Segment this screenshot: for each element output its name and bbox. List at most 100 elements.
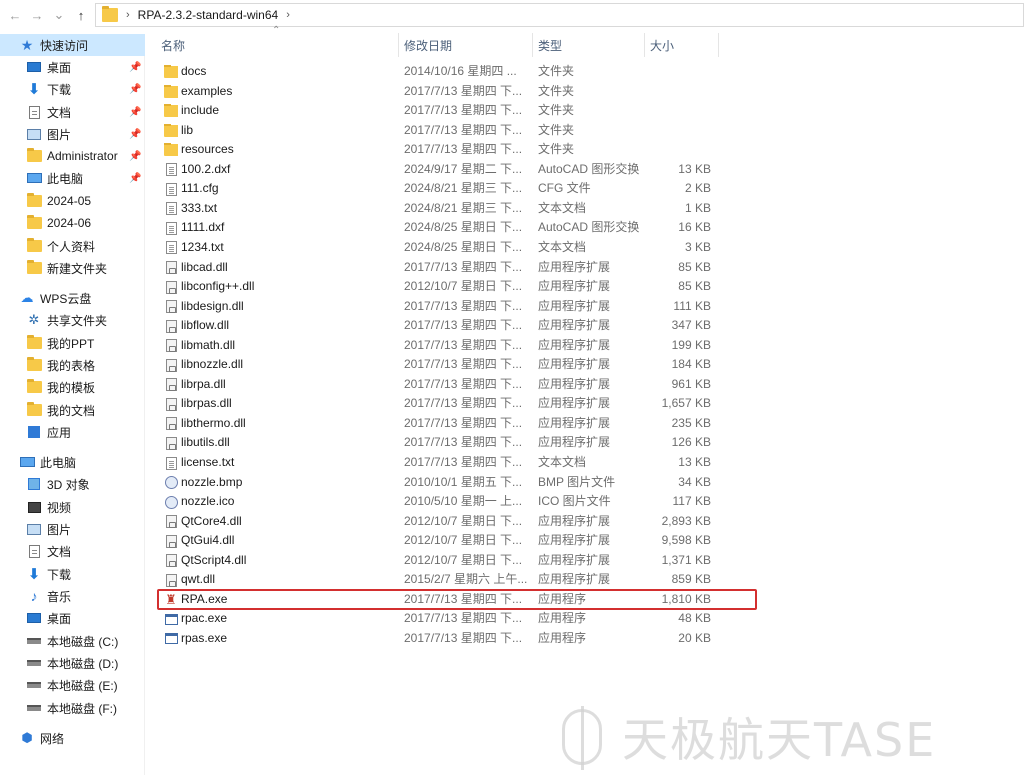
forward-button[interactable]: → <box>26 2 48 28</box>
breadcrumb-chevron-icon[interactable]: › <box>286 9 290 21</box>
file-row[interactable]: 111.cfg 2024/8/21 星期三 下... CFG 文件 2 KB <box>160 179 720 198</box>
file-row[interactable]: 1111.dxf 2024/8/25 星期日 下... AutoCAD 图形交换 16… <box>160 218 720 237</box>
column-header-type[interactable]: 类型 <box>532 33 644 57</box>
column-divider[interactable] <box>718 33 719 57</box>
file-name: nozzle.ico <box>181 494 235 509</box>
up-button[interactable]: ↑ <box>70 2 92 28</box>
file-row[interactable]: license.txt 2017/7/13 星期四 下... 文本文档 13 KB <box>160 453 720 472</box>
file-row[interactable]: rpas.exe 2017/7/13 星期四 下... 应用程序 20 KB <box>160 629 720 648</box>
computer-icon <box>26 171 42 185</box>
address-field[interactable]: › RPA-2.3.2-standard-win64 › <box>95 3 1024 27</box>
column-header-name[interactable]: 名称 <box>155 33 398 57</box>
folder-icon <box>26 335 42 350</box>
file-row[interactable]: 1234.txt 2024/8/25 星期日 下... 文本文档 3 KB <box>160 238 720 257</box>
sidebar-item[interactable]: ★ 快速访问 <box>0 34 145 56</box>
sidebar-item[interactable]: 文档 <box>0 540 145 562</box>
file-row[interactable]: include 2017/7/13 星期四 下... 文件夹 <box>160 101 720 120</box>
file-row[interactable]: examples 2017/7/13 星期四 下... 文件夹 <box>160 82 720 101</box>
sidebar-item[interactable]: ♪ 音乐 <box>0 585 145 607</box>
file-name: lib <box>181 122 194 137</box>
column-header-date[interactable]: 修改日期 <box>398 33 532 57</box>
file-size <box>650 121 711 140</box>
sidebar-item[interactable]: 图片 📌 <box>0 123 145 145</box>
pin-icon: 📌 <box>129 172 142 184</box>
file-type: 应用程序扩展 <box>538 435 611 450</box>
sidebar-item[interactable]: 我的模板 <box>0 376 145 398</box>
breadcrumb-current[interactable]: RPA-2.3.2-standard-win64 <box>138 8 279 22</box>
sidebar-item[interactable]: 3D 对象 <box>0 473 145 495</box>
file-row[interactable]: libutils.dll 2017/7/13 星期四 下... 应用程序扩展 126 … <box>160 433 720 452</box>
sidebar-item[interactable]: ☁ WPS云盘 <box>0 287 145 309</box>
file-row[interactable]: libdesign.dll 2017/7/13 星期四 下... 应用程序扩展 111… <box>160 297 720 316</box>
file-row[interactable]: libmath.dll 2017/7/13 星期四 下... 应用程序扩展 199 K… <box>160 336 720 355</box>
sidebar-item[interactable]: 本地磁盘 (E:) <box>0 674 145 696</box>
breadcrumb-separator-icon[interactable]: › <box>126 9 130 21</box>
folder-icon <box>164 65 178 79</box>
column-header-size[interactable]: 大小 <box>644 33 718 57</box>
sidebar-item[interactable]: 2024-05 <box>0 190 145 212</box>
sidebar-item[interactable]: Administrator 📌 <box>0 145 145 167</box>
sidebar-item[interactable]: 此电脑 📌 <box>0 167 145 189</box>
file-name: libthermo.dll <box>181 415 246 430</box>
file-row[interactable]: QtCore4.dll 2012/10/7 星期日 下... 应用程序扩展 2,893… <box>160 512 720 531</box>
file-row[interactable]: QtScript4.dll 2012/10/7 星期日 下... 应用程序扩展 1,3… <box>160 551 720 570</box>
sidebar-item[interactable]: 我的PPT <box>0 332 145 354</box>
file-name: 333.txt <box>181 200 218 215</box>
sidebar-item[interactable]: ⬇ 下载 📌 <box>0 78 145 100</box>
file-row[interactable]: libthermo.dll 2017/7/13 星期四 下... 应用程序扩展 235… <box>160 414 720 433</box>
file-row[interactable]: libconfig++.dll 2012/10/7 星期日 下... 应用程序扩展 8… <box>160 277 720 296</box>
sidebar-item[interactable]: 桌面 <box>0 607 145 629</box>
download-icon: ⬇ <box>27 81 41 98</box>
sidebar-item[interactable]: 视频 <box>0 496 145 518</box>
sidebar-item[interactable]: 我的表格 <box>0 354 145 376</box>
file-row[interactable]: libflow.dll 2017/7/13 星期四 下... 应用程序扩展 347 K… <box>160 316 720 335</box>
sidebar-item[interactable]: 个人资料 <box>0 235 145 257</box>
sidebar-item[interactable]: ✲ 共享文件夹 <box>0 309 145 331</box>
sidebar-item[interactable]: 本地磁盘 (C:) <box>0 630 145 652</box>
sidebar-item[interactable]: 图片 <box>0 518 145 540</box>
file-row[interactable]: docs 2014/10/16 星期四 ... 文件夹 <box>160 62 720 81</box>
file-modified-date: 2017/7/13 星期四 下... <box>404 630 523 645</box>
sidebar-item[interactable]: 新建文件夹 <box>0 257 145 279</box>
file-size: 16 KB <box>678 220 711 235</box>
file-row[interactable]: libnozzle.dll 2017/7/13 星期四 下... 应用程序扩展 184… <box>160 355 720 374</box>
sidebar-item-label: 个人资料 <box>47 239 96 254</box>
sidebar-item[interactable]: 2024-06 <box>0 212 145 234</box>
file-row[interactable]: qwt.dll 2015/2/7 星期六 上午... 应用程序扩展 859 KB <box>160 570 720 589</box>
cloud-icon: ☁ <box>20 290 34 305</box>
dll-file-icon <box>164 436 178 450</box>
file-modified-date: 2017/7/13 星期四 下... <box>404 122 523 137</box>
file-type: AutoCAD 图形交换 <box>538 220 640 235</box>
file-row[interactable]: libcad.dll 2017/7/13 星期四 下... 应用程序扩展 85 KB <box>160 258 720 277</box>
pin-icon: 📌 <box>129 61 142 73</box>
file-row[interactable]: QtGui4.dll 2012/10/7 星期日 下... 应用程序扩展 9,598 … <box>160 531 720 550</box>
highlight-box <box>157 589 757 610</box>
dll-file-icon <box>164 319 178 333</box>
recent-locations-button[interactable]: ⌄ <box>48 2 70 28</box>
file-row[interactable]: 333.txt 2024/8/21 星期三 下... 文本文档 1 KB <box>160 199 720 218</box>
sidebar-item[interactable]: 应用 <box>0 421 145 443</box>
file-row[interactable]: lib 2017/7/13 星期四 下... 文件夹 <box>160 121 720 140</box>
back-button[interactable]: ← <box>4 2 26 28</box>
pin-icon: 📌 <box>129 83 142 95</box>
file-row[interactable]: librpas.dll 2017/7/13 星期四 下... 应用程序扩展 1,657… <box>160 394 720 413</box>
sidebar-item[interactable]: ⬇ 下载 <box>0 563 145 585</box>
sidebar-item-label: 下载 <box>47 82 72 97</box>
file-row[interactable]: rpac.exe 2017/7/13 星期四 下... 应用程序 48 KB <box>160 609 720 628</box>
sidebar-item[interactable]: 本地磁盘 (D:) <box>0 652 145 674</box>
file-row[interactable]: resources 2017/7/13 星期四 下... 文件夹 <box>160 140 720 159</box>
file-row[interactable]: nozzle.ico 2010/5/10 星期一 上... ICO 图片文件 117 … <box>160 492 720 511</box>
file-row[interactable]: 100.2.dxf 2024/9/17 星期二 下... AutoCAD 图形交换 1… <box>160 160 720 179</box>
sidebar-item[interactable]: 本地磁盘 (F:) <box>0 697 145 719</box>
3d-objects-icon <box>26 477 42 491</box>
sidebar-item[interactable]: 此电脑 <box>0 451 145 473</box>
sidebar-item[interactable]: 文档 📌 <box>0 101 145 123</box>
sidebar-item[interactable]: 桌面 📌 <box>0 56 145 78</box>
sidebar-item-label: 视频 <box>47 500 72 515</box>
file-row[interactable]: librpa.dll 2017/7/13 星期四 下... 应用程序扩展 961 KB <box>160 375 720 394</box>
sidebar-item[interactable]: 我的文档 <box>0 399 145 421</box>
sidebar-item[interactable]: ⬢ 网络 <box>0 727 145 749</box>
file-name: libconfig++.dll <box>181 279 255 294</box>
file-modified-date: 2017/7/13 星期四 下... <box>404 298 523 313</box>
file-row[interactable]: nozzle.bmp 2010/10/1 星期五 下... BMP 图片文件 34 K… <box>160 473 720 492</box>
